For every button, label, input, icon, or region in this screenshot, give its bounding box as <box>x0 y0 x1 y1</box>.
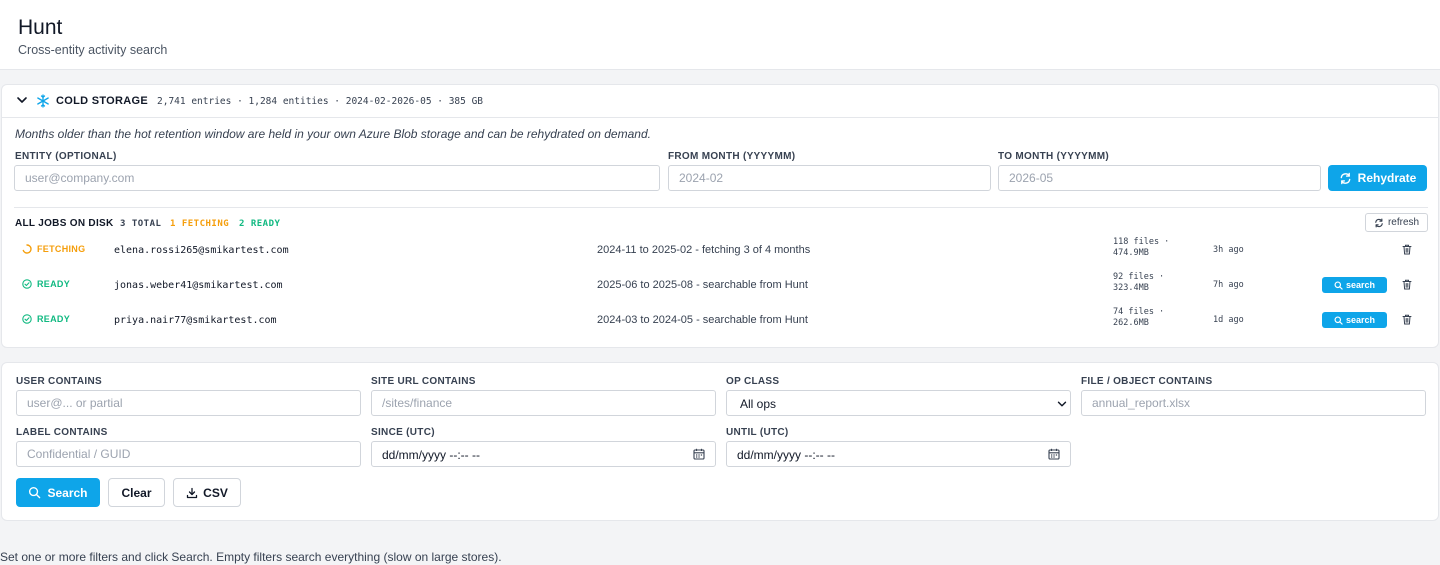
search-filters-panel: USER CONTAINS SITE URL CONTAINS OP CLASS… <box>1 362 1439 521</box>
status-badge: READY <box>22 314 70 324</box>
rehydrate-label: Rehydrate <box>1357 171 1417 185</box>
jobs-fetching-count: 1 FETCHING <box>170 219 230 229</box>
csv-label: CSV <box>203 485 228 500</box>
op-class-select[interactable]: All ops <box>726 390 1071 416</box>
csv-export-button[interactable]: CSV <box>173 478 241 507</box>
since-value: dd/mm/yyyy --:-- -- <box>382 448 480 462</box>
job-entity: jonas.weber41@smikartest.com <box>114 280 283 291</box>
snowflake-icon <box>37 94 49 108</box>
job-age: 7h ago <box>1213 280 1244 290</box>
search-label: Search <box>47 485 88 500</box>
job-files: 92 files · 323.4MB <box>1113 272 1165 293</box>
entity-label: ENTITY (OPTIONAL) <box>15 151 117 162</box>
job-row: FETCHING elena.rossi265@smikartest.com 2… <box>2 234 1438 268</box>
from-month-input[interactable] <box>668 165 991 191</box>
calendar-icon[interactable] <box>1048 448 1060 460</box>
file-object-label: FILE / OBJECT CONTAINS <box>1081 376 1213 387</box>
status-badge: READY <box>22 279 70 289</box>
site-url-input[interactable] <box>371 390 716 416</box>
site-url-label: SITE URL CONTAINS <box>371 376 476 387</box>
op-class-label: OP CLASS <box>726 376 780 387</box>
job-range: 2024-03 to 2024-05 - searchable from Hun… <box>597 314 808 326</box>
trash-icon[interactable] <box>1402 314 1412 325</box>
op-class-value: All ops <box>740 397 777 411</box>
until-value: dd/mm/yyyy --:-- -- <box>737 448 835 462</box>
jobs-ready-count: 2 READY <box>239 219 281 229</box>
label-contains-input[interactable] <box>16 441 361 467</box>
trash-icon[interactable] <box>1402 279 1412 290</box>
since-datetime-input[interactable]: dd/mm/yyyy --:-- -- <box>371 441 716 467</box>
calendar-icon[interactable] <box>693 448 705 460</box>
search-icon <box>29 486 41 499</box>
job-row: READY priya.nair77@smikartest.com 2024-0… <box>2 304 1438 338</box>
refresh-label: refresh <box>1387 217 1420 228</box>
trash-icon[interactable] <box>1402 244 1412 255</box>
label-contains-label: LABEL CONTAINS <box>16 427 108 438</box>
to-month-label: TO MONTH (YYYYMM) <box>998 151 1110 162</box>
page-subtitle: Cross-entity activity search <box>18 43 168 57</box>
cold-storage-header[interactable]: COLD STORAGE 2,741 entries · 1,284 entit… <box>2 85 1438 118</box>
clear-label: Clear <box>121 485 152 500</box>
search-icon <box>1334 315 1343 325</box>
user-contains-input[interactable] <box>16 390 361 416</box>
job-range: 2025-06 to 2025-08 - searchable from Hun… <box>597 279 808 291</box>
job-files: 118 files · 474.9MB <box>1113 237 1170 258</box>
job-entity: priya.nair77@smikartest.com <box>114 315 277 326</box>
rehydrate-button[interactable]: Rehydrate <box>1328 165 1427 191</box>
until-label: UNTIL (UTC) <box>726 427 789 438</box>
chevron-down-icon[interactable] <box>16 93 28 107</box>
spinner-icon <box>22 244 32 254</box>
jobs-title: ALL JOBS ON DISK <box>15 218 114 229</box>
until-datetime-input[interactable]: dd/mm/yyyy --:-- -- <box>726 441 1071 467</box>
cold-storage-stats: 2,741 entries · 1,284 entities · 2024-02… <box>157 96 484 107</box>
job-range: 2024-11 to 2025-02 - fetching 3 of 4 mon… <box>597 244 811 256</box>
to-month-input[interactable] <box>998 165 1321 191</box>
job-age: 3h ago <box>1213 245 1244 255</box>
page-header: Hunt Cross-entity activity search <box>0 0 1440 70</box>
from-month-label: FROM MONTH (YYYYMM) <box>668 151 796 162</box>
page-title: Hunt <box>18 16 63 39</box>
search-button[interactable]: Search <box>16 478 100 507</box>
refresh-jobs-button[interactable]: refresh <box>1365 213 1428 232</box>
refresh-icon <box>1375 218 1383 227</box>
job-age: 1d ago <box>1213 315 1244 325</box>
since-label: SINCE (UTC) <box>371 427 435 438</box>
check-circle-icon <box>22 314 32 324</box>
cold-storage-description: Months older than the hot retention wind… <box>15 127 651 141</box>
download-icon <box>187 487 198 498</box>
search-icon <box>1334 280 1343 290</box>
clear-button[interactable]: Clear <box>108 478 165 507</box>
cold-storage-panel: COLD STORAGE 2,741 entries · 1,284 entit… <box>1 84 1439 348</box>
divider <box>14 207 1428 208</box>
chevron-down-icon <box>1057 401 1067 407</box>
jobs-total: 3 TOTAL <box>120 219 162 229</box>
file-object-input[interactable] <box>1081 390 1426 416</box>
status-badge: FETCHING <box>22 244 85 254</box>
job-entity: elena.rossi265@smikartest.com <box>114 245 289 256</box>
job-row: READY jonas.weber41@smikartest.com 2025-… <box>2 269 1438 303</box>
check-circle-icon <box>22 279 32 289</box>
job-files: 74 files · 262.6MB <box>1113 307 1165 328</box>
refresh-icon <box>1340 172 1351 184</box>
search-hint: Set one or more filters and click Search… <box>0 550 502 564</box>
job-search-button[interactable]: search <box>1322 277 1387 293</box>
cold-storage-title: COLD STORAGE <box>56 95 149 107</box>
user-contains-label: USER CONTAINS <box>16 376 102 387</box>
job-search-button[interactable]: search <box>1322 312 1387 328</box>
entity-input[interactable] <box>14 165 660 191</box>
